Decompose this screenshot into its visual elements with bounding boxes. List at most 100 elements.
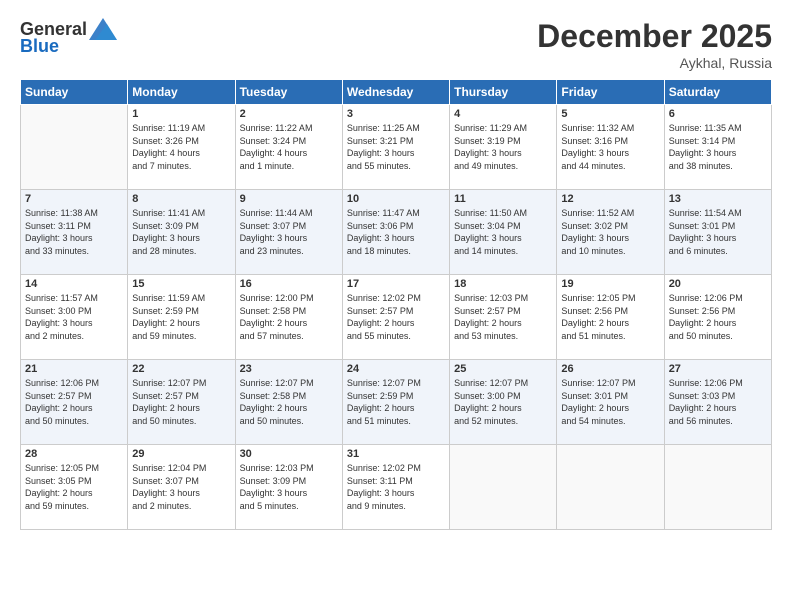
day-info: Sunrise: 11:44 AM Sunset: 3:07 PM Daylig… — [240, 207, 338, 257]
table-row: 28 Sunrise: 12:05 PM Sunset: 3:05 PM Dayl… — [21, 445, 128, 530]
title-block: December 2025 Aykhal, Russia — [537, 18, 772, 71]
day-number: 15 — [132, 278, 230, 290]
day-info: Sunrise: 11:47 AM Sunset: 3:06 PM Daylig… — [347, 207, 445, 257]
table-row: 8Sunrise: 11:41 AM Sunset: 3:09 PM Dayli… — [128, 190, 235, 275]
day-info: Sunrise: 11:52 AM Sunset: 3:02 PM Daylig… — [561, 207, 659, 257]
day-number: 25 — [454, 363, 552, 375]
day-number: 11 — [454, 193, 552, 205]
day-number: 4 — [454, 108, 552, 120]
calendar-week-row: 7 Sunrise: 11:38 AM Sunset: 3:11 PM Dayli… — [21, 190, 772, 275]
day-number: 27 — [669, 363, 767, 375]
table-row: 4 Sunrise: 11:29 AM Sunset: 3:19 PM Dayli… — [450, 105, 557, 190]
day-number: 9 — [240, 193, 338, 205]
day-info: Sunrise: 12:03 PM Sunset: 2:57 PM Daylig… — [454, 292, 552, 342]
col-saturday: Saturday — [664, 80, 771, 105]
day-number: 20 — [669, 278, 767, 290]
day-info: Sunrise: 11:57 AM Sunset: 3:00 PM Daylig… — [25, 292, 123, 342]
day-info: Sunrise: 12:05 PM Sunset: 2:56 PM Daylig… — [561, 292, 659, 342]
table-row: 1 Sunrise: 11:19 AM Sunset: 3:26 PM Dayli… — [128, 105, 235, 190]
table-row: 12 Sunrise: 11:52 AM Sunset: 3:02 PM Dayl… — [557, 190, 664, 275]
day-info: Sunrise: 12:07 PM Sunset: 2:58 PM Daylig… — [240, 377, 338, 427]
table-row: 19 Sunrise: 12:05 PM Sunset: 2:56 PM Dayl… — [557, 275, 664, 360]
table-row: 10 Sunrise: 11:47 AM Sunset: 3:06 PM Dayl… — [342, 190, 449, 275]
calendar-week-row: 21Sunrise: 12:06 PM Sunset: 2:57 PM Dayl… — [21, 360, 772, 445]
table-row: 21Sunrise: 12:06 PM Sunset: 2:57 PM Dayl… — [21, 360, 128, 445]
day-number: 10 — [347, 193, 445, 205]
table-row: 26 Sunrise: 12:07 PM Sunset: 3:01 PM Dayl… — [557, 360, 664, 445]
day-info: Sunrise: 11:19 AM Sunset: 3:26 PM Daylig… — [132, 122, 230, 172]
table-row: 14 Sunrise: 11:57 AM Sunset: 3:00 PM Dayl… — [21, 275, 128, 360]
table-row — [21, 105, 128, 190]
table-row: 30 Sunrise: 12:03 PM Sunset: 3:09 PM Dayl… — [235, 445, 342, 530]
day-info: Sunrise: 11:35 AM Sunset: 3:14 PM Daylig… — [669, 122, 767, 172]
day-number: 22 — [132, 363, 230, 375]
day-number: 16 — [240, 278, 338, 290]
table-row: 29 Sunrise: 12:04 PM Sunset: 3:07 PM Dayl… — [128, 445, 235, 530]
logo-icon — [89, 18, 117, 40]
day-number: 3 — [347, 108, 445, 120]
day-info: Sunrise: 12:03 PM Sunset: 3:09 PM Daylig… — [240, 462, 338, 512]
table-row: 15 Sunrise: 11:59 AM Sunset: 2:59 PM Dayl… — [128, 275, 235, 360]
day-info: Sunrise: 12:06 PM Sunset: 2:56 PM Daylig… — [669, 292, 767, 342]
day-number: 28 — [25, 448, 123, 460]
table-row — [450, 445, 557, 530]
day-info: Sunrise: 12:04 PM Sunset: 3:07 PM Daylig… — [132, 462, 230, 512]
day-number: 5 — [561, 108, 659, 120]
day-number: 19 — [561, 278, 659, 290]
table-row: 13Sunrise: 11:54 AM Sunset: 3:01 PM Dayl… — [664, 190, 771, 275]
table-row: 6Sunrise: 11:35 AM Sunset: 3:14 PM Dayli… — [664, 105, 771, 190]
table-row: 2 Sunrise: 11:22 AM Sunset: 3:24 PM Dayli… — [235, 105, 342, 190]
day-info: Sunrise: 11:59 AM Sunset: 2:59 PM Daylig… — [132, 292, 230, 342]
day-info: Sunrise: 11:38 AM Sunset: 3:11 PM Daylig… — [25, 207, 123, 257]
day-info: Sunrise: 11:25 AM Sunset: 3:21 PM Daylig… — [347, 122, 445, 172]
logo-blue: Blue — [20, 36, 59, 56]
day-number: 29 — [132, 448, 230, 460]
table-row: 9 Sunrise: 11:44 AM Sunset: 3:07 PM Dayli… — [235, 190, 342, 275]
table-row: 31Sunrise: 12:02 PM Sunset: 3:11 PM Dayl… — [342, 445, 449, 530]
table-row: 22Sunrise: 12:07 PM Sunset: 2:57 PM Dayl… — [128, 360, 235, 445]
month-title: December 2025 — [537, 18, 772, 55]
table-row: 16Sunrise: 12:00 PM Sunset: 2:58 PM Dayl… — [235, 275, 342, 360]
day-number: 8 — [132, 193, 230, 205]
day-info: Sunrise: 12:07 PM Sunset: 3:01 PM Daylig… — [561, 377, 659, 427]
day-number: 17 — [347, 278, 445, 290]
col-friday: Friday — [557, 80, 664, 105]
day-info: Sunrise: 11:32 AM Sunset: 3:16 PM Daylig… — [561, 122, 659, 172]
table-row: 20 Sunrise: 12:06 PM Sunset: 2:56 PM Dayl… — [664, 275, 771, 360]
table-row: 25Sunrise: 12:07 PM Sunset: 3:00 PM Dayl… — [450, 360, 557, 445]
day-number: 12 — [561, 193, 659, 205]
table-row: 18Sunrise: 12:03 PM Sunset: 2:57 PM Dayl… — [450, 275, 557, 360]
day-number: 30 — [240, 448, 338, 460]
col-monday: Monday — [128, 80, 235, 105]
table-row — [557, 445, 664, 530]
day-info: Sunrise: 11:29 AM Sunset: 3:19 PM Daylig… — [454, 122, 552, 172]
location: Aykhal, Russia — [537, 55, 772, 71]
day-info: Sunrise: 11:50 AM Sunset: 3:04 PM Daylig… — [454, 207, 552, 257]
day-number: 14 — [25, 278, 123, 290]
day-number: 21 — [25, 363, 123, 375]
table-row: 3 Sunrise: 11:25 AM Sunset: 3:21 PM Dayli… — [342, 105, 449, 190]
table-row — [664, 445, 771, 530]
col-sunday: Sunday — [21, 80, 128, 105]
day-number: 26 — [561, 363, 659, 375]
table-row: 27Sunrise: 12:06 PM Sunset: 3:03 PM Dayl… — [664, 360, 771, 445]
day-number: 7 — [25, 193, 123, 205]
calendar-table: Sunday Monday Tuesday Wednesday Thursday… — [20, 79, 772, 530]
day-number: 2 — [240, 108, 338, 120]
col-thursday: Thursday — [450, 80, 557, 105]
logo: General Blue — [20, 18, 117, 57]
day-info: Sunrise: 11:22 AM Sunset: 3:24 PM Daylig… — [240, 122, 338, 172]
table-row: 23Sunrise: 12:07 PM Sunset: 2:58 PM Dayl… — [235, 360, 342, 445]
table-row: 5 Sunrise: 11:32 AM Sunset: 3:16 PM Dayli… — [557, 105, 664, 190]
calendar-week-row: 1 Sunrise: 11:19 AM Sunset: 3:26 PM Dayli… — [21, 105, 772, 190]
day-number: 24 — [347, 363, 445, 375]
day-number: 1 — [132, 108, 230, 120]
table-row: 17 Sunrise: 12:02 PM Sunset: 2:57 PM Dayl… — [342, 275, 449, 360]
day-number: 13 — [669, 193, 767, 205]
table-row: 11 Sunrise: 11:50 AM Sunset: 3:04 PM Dayl… — [450, 190, 557, 275]
day-info: Sunrise: 12:02 PM Sunset: 2:57 PM Daylig… — [347, 292, 445, 342]
day-info: Sunrise: 12:05 PM Sunset: 3:05 PM Daylig… — [25, 462, 123, 512]
header: General Blue December 2025 Aykhal, Russi… — [20, 18, 772, 71]
col-tuesday: Tuesday — [235, 80, 342, 105]
page: General Blue December 2025 Aykhal, Russi… — [0, 0, 792, 612]
